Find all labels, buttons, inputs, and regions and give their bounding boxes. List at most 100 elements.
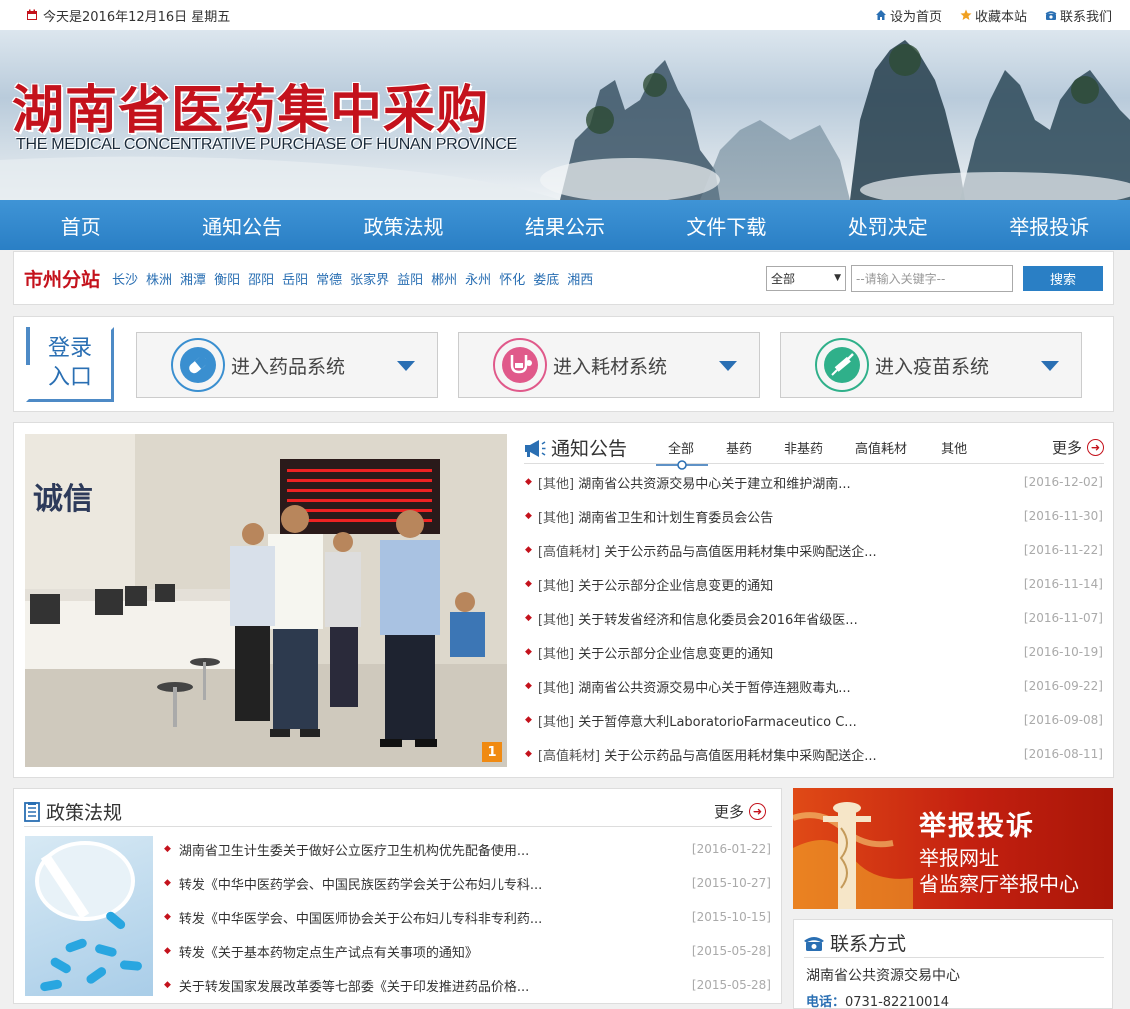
- item-category: [其他]: [537, 510, 575, 526]
- city-link[interactable]: 邵阳: [248, 269, 274, 288]
- item-date: [2016-10-19]: [1023, 645, 1103, 659]
- item-date: [2015-05-28]: [691, 978, 771, 992]
- list-item[interactable]: ◆ [其他] 关于转发省经济和信息化委员会2016年省级医... [2016-11-…: [525, 601, 1103, 635]
- nav-downloads[interactable]: 文件下载: [646, 211, 807, 240]
- item-date: [2016-11-30]: [1023, 509, 1103, 523]
- city-link[interactable]: 怀化: [499, 269, 525, 288]
- report-complaint-banner[interactable]: 举报投诉 举报网址 省监察厅举报中心: [793, 788, 1113, 909]
- capsules-photo: [35, 841, 142, 992]
- city-substation-bar: 市州分站 长沙 株洲 湘潭 衡阳 邵阳 岳阳 常德 张家界 益阳 郴州 永州 怀…: [13, 251, 1114, 305]
- policy-more-label: 更多: [713, 803, 744, 821]
- tab-high-value-consumables[interactable]: 高值耗材: [855, 438, 907, 457]
- item-date: [2016-01-22]: [691, 842, 771, 856]
- list-item[interactable]: ◆ 转发《关于基本药物定点生产试点有关事项的通知》 [2015-05-28]: [164, 934, 771, 968]
- tab-all-label: 全部: [668, 442, 695, 457]
- drug-system-button[interactable]: 进入药品系统: [136, 332, 438, 398]
- category-select[interactable]: 全部 ▼: [766, 265, 846, 291]
- notice-more-label: 更多: [1051, 439, 1082, 457]
- consumables-system-button[interactable]: 进入耗材系统: [458, 332, 760, 398]
- list-item[interactable]: ◆ [高值耗材] 关于公示药品与高值医用耗材集中采购配送企... [2016-11-…: [525, 533, 1103, 567]
- notice-more-link[interactable]: 更多 ➜: [1052, 437, 1104, 458]
- list-item[interactable]: ◆ [其他] 关于公示部分企业信息变更的通知 [2016-11-14]: [525, 567, 1103, 601]
- item-category: [其他]: [537, 578, 575, 594]
- tab-other[interactable]: 其他: [941, 438, 967, 457]
- city-link[interactable]: 株洲: [146, 269, 172, 288]
- phone-icon: [1045, 11, 1057, 20]
- policy-title: 政策法规: [24, 798, 122, 825]
- city-link[interactable]: 娄底: [533, 269, 559, 288]
- item-title: 关于暂停意大利LaboratorioFarmaceutico C...: [578, 714, 857, 730]
- nav-policy[interactable]: 政策法规: [323, 211, 484, 240]
- arrow-right-icon: ➜: [749, 803, 766, 820]
- city-link[interactable]: 湘西: [567, 269, 593, 288]
- item-title: 关于转发省经济和信息化委员会2016年省级医...: [578, 612, 858, 628]
- item-title: 转发《中华医学会、中国医师协会关于公布妇儿专科非专利药...: [178, 911, 543, 927]
- bullet-icon: ◆: [164, 844, 171, 854]
- item-category: [其他]: [537, 714, 575, 730]
- login-entry-line1: 登录: [47, 336, 92, 361]
- list-item[interactable]: ◆ 转发《中华医学会、中国医师协会关于公布妇儿专科非专利药... [2015-10-…: [164, 900, 771, 934]
- arrow-right-icon: ➜: [1087, 439, 1104, 456]
- nav-home[interactable]: 首页: [0, 211, 161, 240]
- nav-notices[interactable]: 通知公告: [161, 211, 322, 240]
- syringe-icon: [815, 338, 869, 392]
- contact-us-label: 联系我们: [1059, 9, 1112, 25]
- vaccine-system-button[interactable]: 进入疫苗系统: [780, 332, 1082, 398]
- notice-title: 通知公告: [524, 434, 654, 461]
- header-banner: 湖南省医药集中采购 THE MEDICAL CONCENTRATIVE PURC…: [0, 30, 1130, 200]
- tel-label: 电话：: [806, 995, 846, 1009]
- bullet-icon: ◆: [525, 579, 532, 589]
- site-title-en: THE MEDICAL CONCENTRATIVE PURCHASE OF HU…: [16, 136, 517, 153]
- city-link[interactable]: 永州: [465, 269, 491, 288]
- item-title: 湖南省卫生计生委关于做好公立医疗卫生机构优先配备使用...: [178, 843, 530, 859]
- set-home-link[interactable]: 设为首页: [875, 6, 942, 25]
- item-date: [2016-09-22]: [1023, 679, 1103, 693]
- nav-penalties[interactable]: 处罚决定: [807, 211, 968, 240]
- item-category: [其他]: [537, 612, 575, 628]
- policy-more-link[interactable]: 更多 ➜: [714, 801, 766, 822]
- login-entry-label: 登录 入口: [26, 327, 114, 402]
- city-link[interactable]: 常德: [316, 269, 342, 288]
- set-home-label: 设为首页: [889, 9, 942, 25]
- list-item[interactable]: ◆ [其他] 湖南省公共资源交易中心关于暂停连翘败毒丸... [2016-09-22…: [525, 669, 1103, 703]
- list-item[interactable]: ◆ 湖南省卫生计生委关于做好公立医疗卫生机构优先配备使用... [2016-01-2…: [164, 832, 771, 866]
- contact-us-link[interactable]: 联系我们: [1045, 6, 1112, 25]
- bookmark-link[interactable]: 收藏本站: [960, 6, 1027, 25]
- tab-essential-drugs[interactable]: 基药: [726, 438, 752, 457]
- city-link[interactable]: 岳阳: [282, 269, 308, 288]
- city-link[interactable]: 张家界: [350, 269, 389, 288]
- policy-section: 政策法规 更多 ➜ ◆ 湖南省卫生计生委关于做好公立医疗卫生机构优先配备使用...…: [13, 788, 782, 1004]
- search-button[interactable]: 搜索: [1023, 265, 1103, 291]
- home-icon: [875, 10, 886, 20]
- tab-non-essential-drugs[interactable]: 非基药: [784, 438, 823, 457]
- list-item[interactable]: ◆ 转发《中华中医药学会、中国民族医药学会关于公布妇儿专科... [2015-10-…: [164, 866, 771, 900]
- chevron-down-icon: [1041, 361, 1059, 371]
- item-title: 湖南省公共资源交易中心关于暂停连翘败毒丸...: [578, 680, 851, 696]
- contact-section: 联系方式 湖南省公共资源交易中心 电话：0731-82210014: [793, 919, 1113, 1009]
- city-link[interactable]: 衡阳: [214, 269, 240, 288]
- search-input[interactable]: --请输入关键字--: [851, 264, 1013, 292]
- city-link[interactable]: 湘潭: [180, 269, 206, 288]
- bullet-icon: ◆: [164, 980, 171, 990]
- carousel-page-indicator[interactable]: 1: [482, 742, 502, 762]
- login-entry-panel: 登录 入口 进入药品系统 进入耗材系统 进入疫苗系统: [13, 316, 1114, 412]
- nav-complaints[interactable]: 举报投诉: [969, 211, 1130, 240]
- chevron-down-icon: [719, 361, 737, 371]
- top-bar: 今天是2016年12月16日 星期五 设为首页 收藏本站 联系我们: [0, 0, 1130, 30]
- contact-tel: 电话：0731-82210014: [806, 991, 949, 1009]
- bullet-icon: ◆: [525, 647, 532, 657]
- city-link[interactable]: 郴州: [431, 269, 457, 288]
- bullet-icon: ◆: [525, 613, 532, 623]
- carousel-photo: 诚信: [25, 434, 507, 767]
- list-item[interactable]: ◆ [其他] 关于暂停意大利LaboratorioFarmaceutico C..…: [525, 703, 1103, 737]
- list-item[interactable]: ◆ 关于转发国家发展改革委等七部委《关于印发推进药品价格... [2015-05-2…: [164, 968, 771, 1002]
- list-item[interactable]: ◆ [其他] 湖南省卫生和计划生育委员会公告 [2016-11-30]: [525, 499, 1103, 533]
- nav-results[interactable]: 结果公示: [484, 211, 645, 240]
- tab-all[interactable]: 全部: [656, 438, 708, 470]
- list-item[interactable]: ◆ [其他] 关于公示部分企业信息变更的通知 [2016-10-19]: [525, 635, 1103, 669]
- city-link[interactable]: 益阳: [397, 269, 423, 288]
- list-item[interactable]: ◆ [高值耗材] 关于公示药品与高值医用耗材集中采购配送企... [2016-08-…: [525, 737, 1103, 771]
- news-carousel[interactable]: 诚信 1: [25, 434, 507, 767]
- city-link[interactable]: 长沙: [112, 269, 138, 288]
- list-item[interactable]: ◆ [其他] 湖南省公共资源交易中心关于建立和维护湖南... [2016-12-02…: [525, 465, 1103, 499]
